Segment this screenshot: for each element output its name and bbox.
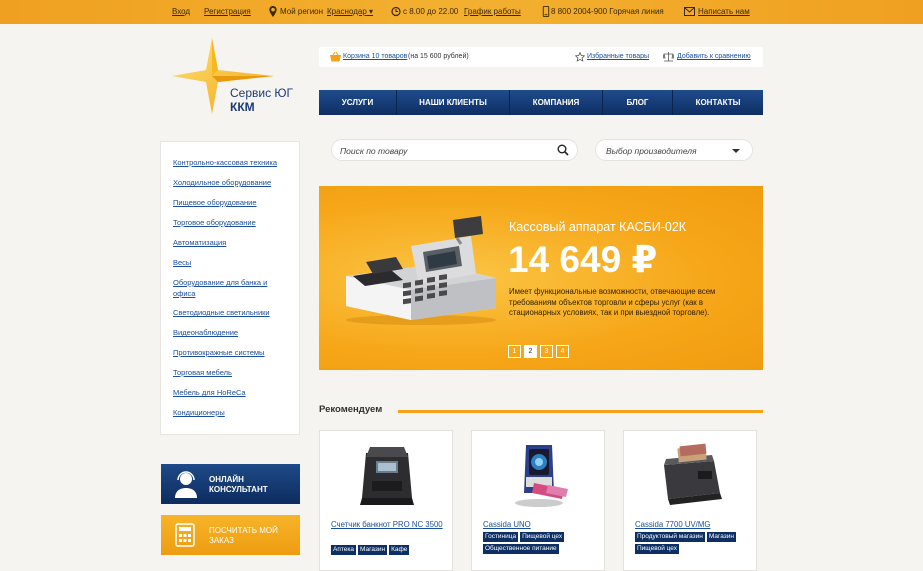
headset-user-icon — [175, 471, 197, 498]
cart-link[interactable]: Корзина 10 товаров — [343, 53, 407, 60]
product-name[interactable]: Cassida 7700 UV/MG — [635, 518, 755, 531]
manufacturer-placeholder: Выбор производителя — [606, 146, 697, 156]
scales-icon — [663, 52, 674, 62]
banner-price: 14 649 ₽ — [508, 239, 658, 280]
search-icon[interactable] — [557, 144, 569, 156]
nav-services[interactable]: УСЛУГИ — [319, 90, 397, 115]
phone-icon — [542, 6, 550, 17]
sidebar-item-kkt[interactable]: Контрольно-кассовая техника — [173, 157, 293, 168]
hotline: 8 800 2004-900 Горячая линия — [551, 7, 664, 16]
basket-icon — [330, 52, 341, 62]
promo-banner[interactable]: Кассовый аппарат КАСБИ-02К 14 649 ₽ Имее… — [319, 186, 763, 370]
sidebar-item-food[interactable]: Пищевое оборудование — [173, 197, 293, 208]
region-label: Мой регион — [280, 7, 324, 16]
logo-subtitle: ККМ — [230, 100, 255, 114]
product-tags: Аптека Магазин Кафе — [331, 545, 451, 555]
product-tag[interactable]: Пищевой цех — [520, 532, 565, 542]
sidebar-item-cctv[interactable]: Видеонаблюдение — [173, 327, 293, 338]
product-tag[interactable]: Гостиница — [483, 532, 519, 542]
main-nav: УСЛУГИ НАШИ КЛИЕНТЫ КОМПАНИЯ БЛОГ КОНТАК… — [319, 90, 763, 115]
sidebar-item-trade[interactable]: Торговое оборудование — [173, 217, 293, 228]
login-link[interactable]: Вход — [172, 7, 190, 16]
clock-icon — [391, 6, 401, 17]
pager-page-4[interactable]: 4 — [556, 345, 569, 358]
product-tag[interactable]: Аптека — [331, 545, 356, 555]
location-pin-icon — [269, 6, 277, 17]
product-tags: Продуктовый магазин Магазин Пищевой цех — [635, 532, 755, 554]
sidebar-item-bank[interactable]: Оборудование для банка и офиса — [173, 277, 283, 299]
search-input[interactable]: Поиск по товару — [331, 139, 578, 161]
banner-description: Имеет функциональные возможности, отвеча… — [509, 287, 716, 317]
cart-sum: (на 15 600 рублей) — [408, 53, 469, 60]
product-name[interactable]: Счетчик банкнот PRO NC 3500 — [331, 518, 451, 531]
nav-blog[interactable]: БЛОГ — [603, 90, 673, 115]
top-bar: Вход Регистрация Мой регион Краснодар ▾ … — [0, 0, 923, 24]
pager-page-3[interactable]: 3 — [540, 345, 553, 358]
product-tags: Гостиница Пищевой цех Общественное питан… — [483, 532, 603, 554]
product-tag[interactable]: Кафе — [389, 545, 410, 555]
favorites-link[interactable]: Избранные товары — [587, 53, 649, 60]
category-sidebar: Контрольно-кассовая техника Холодильное … — [160, 141, 300, 435]
pos-terminal-image — [515, 445, 568, 507]
region-value: Краснодар — [327, 7, 367, 16]
product-card[interactable]: Cassida UNO Гостиница Пищевой цех Общест… — [471, 430, 605, 571]
sidebar-item-ac[interactable]: Кондиционеры — [173, 407, 293, 418]
compare-link[interactable]: Добавить к сравнению — [677, 53, 751, 60]
sidebar-item-automation[interactable]: Автоматизация — [173, 237, 293, 248]
product-tag[interactable]: Магазин — [357, 545, 388, 555]
register-link[interactable]: Регистрация — [204, 7, 251, 16]
cash-register-image — [346, 216, 496, 325]
recommended-title: Рекомендуем — [319, 404, 383, 415]
envelope-icon — [684, 7, 695, 16]
search-placeholder: Поиск по товару — [340, 146, 408, 156]
sidebar-item-furniture[interactable]: Торговая мебель — [173, 367, 293, 378]
product-tag[interactable]: Пищевой цех — [635, 544, 679, 554]
sidebar-item-led[interactable]: Светодиодные светильники — [173, 307, 293, 318]
banknote-counter-image — [664, 443, 722, 505]
banknote-counter-image — [360, 447, 414, 505]
product-card[interactable]: Cassida 7700 UV/MG Продуктовый магазин М… — [623, 430, 757, 571]
consultant-label: ОНЛАЙН КОНСУЛЬТАНТ — [209, 475, 268, 494]
product-tag[interactable]: Общественное питание — [483, 544, 559, 554]
calc-label: ПОСЧИТАТЬ МОЙ ЗАКАЗ — [209, 526, 278, 545]
work-hours: с 8.00 до 22.00 — [403, 7, 459, 16]
nav-clients[interactable]: НАШИ КЛИЕНТЫ — [397, 90, 510, 115]
product-tag[interactable]: Магазин — [706, 532, 736, 542]
region-select[interactable]: Краснодар ▾ — [327, 7, 373, 16]
chevron-down-icon — [732, 149, 740, 153]
banner-pager: 1 2 3 4 — [508, 345, 569, 358]
product-card[interactable]: Счетчик банкнот PRO NC 3500 Аптека Магаз… — [319, 430, 453, 571]
sidebar-item-scales[interactable]: Весы — [173, 257, 293, 268]
sidebar-item-horeca[interactable]: Мебель для HoReCa — [173, 387, 293, 398]
cart-bar: Корзина 10 товаров (на 15 600 рублей) Из… — [319, 47, 763, 67]
product-name[interactable]: Cassida UNO — [483, 518, 603, 531]
sidebar-item-fridge[interactable]: Холодильное оборудование — [173, 177, 293, 188]
online-consultant-button[interactable]: ОНЛАЙН КОНСУЛЬТАНТ — [161, 464, 300, 504]
sidebar-item-antitheft[interactable]: Противокражные системы — [173, 347, 293, 358]
recommended-divider — [398, 410, 763, 413]
nav-company[interactable]: КОМПАНИЯ — [510, 90, 603, 115]
schedule-link[interactable]: График работы — [464, 7, 521, 16]
banner-title: Кассовый аппарат КАСБИ-02К — [509, 220, 687, 234]
nav-contacts[interactable]: КОНТАКТЫ — [673, 90, 763, 115]
pager-page-1[interactable]: 1 — [508, 345, 521, 358]
write-us-link[interactable]: Написать нам — [698, 7, 750, 16]
manufacturer-select[interactable]: Выбор производителя — [595, 139, 753, 161]
star-icon — [575, 52, 585, 62]
logo-title: Сервис ЮГ — [230, 86, 294, 100]
calculate-order-button[interactable]: ПОСЧИТАТЬ МОЙ ЗАКАЗ — [161, 515, 300, 555]
calculator-icon — [175, 523, 195, 547]
product-tag[interactable]: Продуктовый магазин — [635, 532, 705, 542]
pager-page-2[interactable]: 2 — [524, 345, 537, 358]
